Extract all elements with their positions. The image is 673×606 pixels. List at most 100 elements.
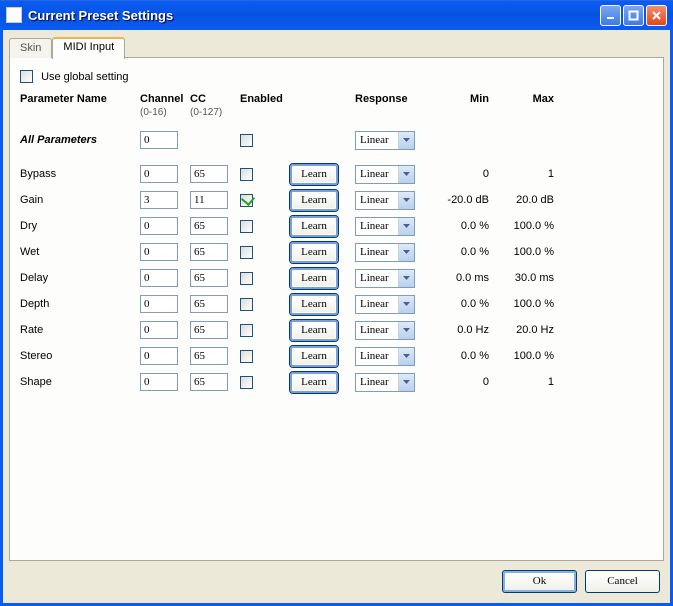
close-button[interactable] [646,5,667,26]
param-name: Stereo [20,350,140,362]
response-select[interactable]: Linear [355,295,415,314]
cancel-button[interactable]: Cancel [585,570,660,593]
learn-button[interactable]: Learn [290,164,338,185]
all-params-label: All Parameters [20,134,140,146]
max-value: 20.0 Hz [495,324,560,336]
response-select[interactable]: Linear [355,191,415,210]
max-value: 100.0 % [495,350,560,362]
window-title: Current Preset Settings [28,8,600,23]
tab-midi-input[interactable]: MIDI Input [52,37,125,59]
enabled-checkbox[interactable] [240,298,253,311]
cc-input[interactable]: 65 [190,217,228,235]
chevron-down-icon [398,322,414,339]
max-value: 100.0 % [495,246,560,258]
hdr-cc: CC (0-127) [190,93,240,119]
param-row: Rate0 65 Learn Linear 0.0 Hz20.0 Hz [20,317,653,343]
all-params-response-select[interactable]: Linear [355,131,415,150]
enabled-checkbox[interactable] [240,324,253,337]
channel-input[interactable]: 0 [140,295,178,313]
cc-input[interactable]: 65 [190,269,228,287]
minimize-button[interactable] [600,5,621,26]
response-select[interactable]: Linear [355,165,415,184]
response-select[interactable]: Linear [355,347,415,366]
use-global-row: Use global setting [20,70,653,83]
param-row: Delay065LearnLinear0.0 ms30.0 ms [20,265,653,291]
chevron-down-icon [398,348,414,365]
param-row: Depth065LearnLinear0.0 %100.0 % [20,291,653,317]
ok-button[interactable]: Ok [502,570,577,593]
window-controls [600,5,667,26]
enabled-checkbox[interactable] [240,194,253,207]
enabled-checkbox[interactable] [240,168,253,181]
hdr-max: Max [495,93,560,106]
learn-button[interactable]: Learn [290,242,338,263]
learn-button[interactable]: Learn [290,372,338,393]
dialog-buttons: Ok Cancel [502,570,660,593]
param-row: Gain311LearnLinear-20.0 dB20.0 dB [20,187,653,213]
chevron-down-icon [398,132,414,149]
max-value: 100.0 % [495,298,560,310]
min-value: 0.0 ms [430,272,495,284]
channel-input[interactable]: 0 [140,165,178,183]
param-name: Dry [20,220,140,232]
param-name: Rate [20,324,140,336]
channel-input[interactable]: 0 [140,243,178,261]
use-global-label: Use global setting [41,71,128,83]
response-select[interactable]: Linear [355,217,415,236]
channel-input[interactable]: 3 [140,191,178,209]
enabled-checkbox[interactable] [240,350,253,363]
tab-skin[interactable]: Skin [9,38,52,58]
hdr-response: Response [355,93,430,106]
min-value: 0.0 % [430,298,495,310]
learn-button[interactable]: Learn [290,294,338,315]
channel-input[interactable]: 0 [140,269,178,287]
response-select[interactable]: Linear [355,269,415,288]
learn-button[interactable]: Learn [290,190,338,211]
cc-input[interactable]: 65 [190,243,228,261]
min-value: 0.0 Hz [430,324,495,336]
min-value: -20.0 dB [430,194,495,206]
response-select[interactable]: Linear [355,373,415,392]
min-value: 0 [430,168,495,180]
max-value: 20.0 dB [495,194,560,206]
tab-strip: Skin MIDI Input [9,36,664,58]
maximize-button[interactable] [623,5,644,26]
chevron-down-icon [398,296,414,313]
cc-input[interactable]: 11 [190,191,228,209]
hdr-param: Parameter Name [20,93,140,106]
channel-input[interactable]: 0 [140,321,178,339]
param-row: Shape065LearnLinear01 [20,369,653,395]
enabled-checkbox[interactable] [240,272,253,285]
all-params-channel-input[interactable]: 0 [140,131,178,149]
channel-input[interactable]: 0 [140,373,178,391]
channel-input[interactable]: 0 [140,347,178,365]
use-global-checkbox[interactable] [20,70,33,83]
cc-input[interactable]: 65 [190,321,228,339]
header-row: Parameter Name Channel (0-16) CC (0-127)… [20,93,653,119]
all-params-enabled-checkbox[interactable] [240,134,253,147]
enabled-checkbox[interactable] [240,376,253,389]
app-icon [6,7,22,23]
min-value: 0 [430,376,495,388]
enabled-checkbox[interactable] [240,246,253,259]
channel-input[interactable]: 0 [140,217,178,235]
cc-input[interactable]: 65 [190,373,228,391]
enabled-checkbox[interactable] [240,220,253,233]
param-row: Stereo065LearnLinear0.0 %100.0 % [20,343,653,369]
learn-button[interactable]: Learn [290,216,338,237]
response-select[interactable]: Linear [355,321,415,340]
min-value: 0.0 % [430,246,495,258]
client-area: Skin MIDI Input Use global setting Param… [0,30,673,606]
response-select[interactable]: Linear [355,243,415,262]
learn-button[interactable]: Learn [290,320,338,341]
hdr-min: Min [430,93,495,106]
cc-input[interactable]: 65 [190,347,228,365]
learn-button[interactable]: Learn [290,268,338,289]
max-value: 100.0 % [495,220,560,232]
cc-input[interactable]: 65 [190,295,228,313]
cc-input[interactable]: 65 [190,165,228,183]
learn-button[interactable]: Learn [290,346,338,367]
param-grid: Parameter Name Channel (0-16) CC (0-127)… [20,93,653,395]
chevron-down-icon [398,244,414,261]
tab-page-midi: Use global setting Parameter Name Channe… [9,57,664,561]
